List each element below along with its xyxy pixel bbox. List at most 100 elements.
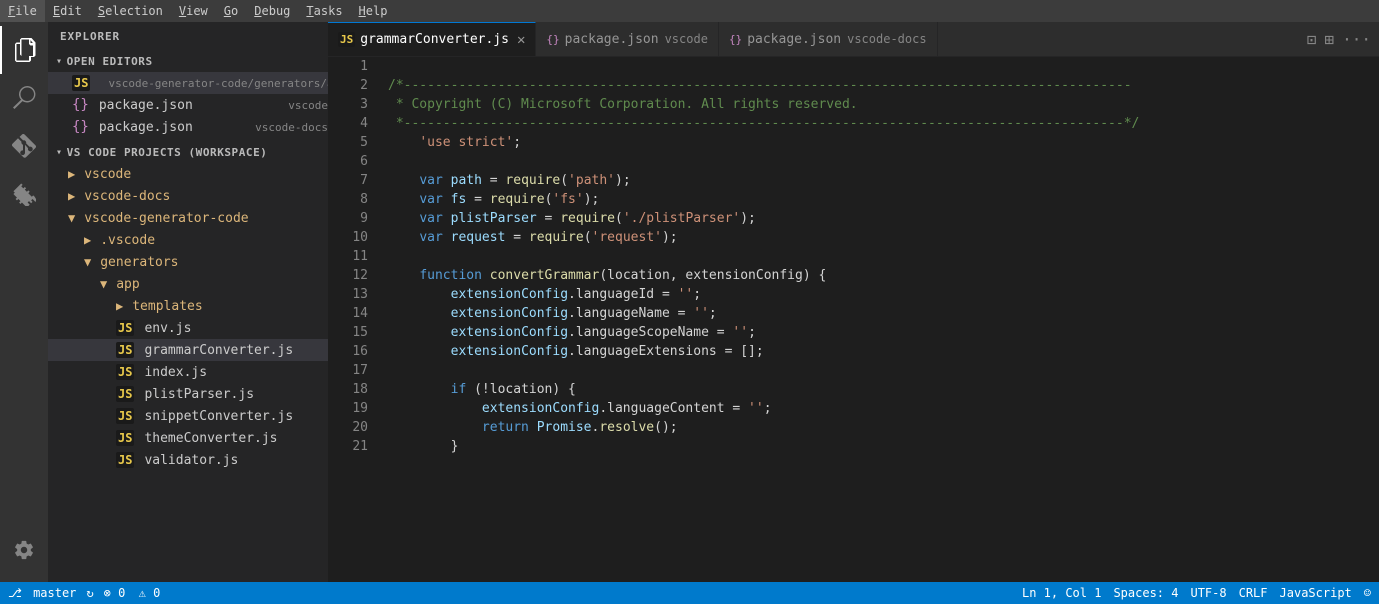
js-icon-env: JS xyxy=(116,320,134,336)
tree-dot-vscode-label: .vscode xyxy=(100,233,328,248)
activity-explorer[interactable] xyxy=(0,26,48,74)
more-actions-icon[interactable]: ··· xyxy=(1342,30,1371,49)
menu-tasks[interactable]: Tasks xyxy=(298,0,350,22)
tree-snippet-js[interactable]: JS snippetConverter.js xyxy=(48,405,328,427)
tree-app[interactable]: ▼ app xyxy=(48,273,328,295)
tree-plist-label: plistParser.js xyxy=(144,387,328,402)
folder-open-icon-2: ▼ xyxy=(84,255,91,269)
sidebar-header: EXPLORER xyxy=(48,22,328,51)
activity-bar xyxy=(0,22,48,582)
menu-bar: File Edit Selection View Go Debug Tasks … xyxy=(0,0,1379,22)
tree-index-js[interactable]: JS index.js xyxy=(48,361,328,383)
tree-vscode-generator[interactable]: ▼ vscode-generator-code xyxy=(48,207,328,229)
open-editor-package-vscode-sub: vscode xyxy=(288,99,328,112)
tab-grammarconverter-label: grammarConverter.js xyxy=(360,32,509,47)
code-area: 12345 678910 1112131415 1617181920 21 /*… xyxy=(328,57,1379,582)
open-editor-package-vscode[interactable]: {} package.json vscode xyxy=(48,94,328,116)
menu-go[interactable]: Go xyxy=(216,0,246,22)
error-icon: ⊗ xyxy=(104,586,111,600)
tab-package-vscode-sub: vscode xyxy=(665,32,708,46)
status-branch-label: master xyxy=(33,586,76,600)
folder-open-icon-3: ▼ xyxy=(100,277,107,291)
open-editors-chevron: ▾ xyxy=(56,56,63,67)
status-smiley[interactable]: ☺ xyxy=(1364,586,1371,600)
status-language[interactable]: JavaScript xyxy=(1280,586,1352,600)
tree-grammarconverter[interactable]: JS grammarConverter.js xyxy=(48,339,328,361)
menu-view[interactable]: View xyxy=(171,0,216,22)
code-content[interactable]: /*--------------------------------------… xyxy=(378,57,1379,582)
menu-selection[interactable]: Selection xyxy=(90,0,171,22)
error-count: 0 xyxy=(118,586,125,600)
editor-area: JS grammarConverter.js ✕ {} package.json… xyxy=(328,22,1379,582)
js-icon-grammar: JS xyxy=(116,342,134,358)
open-editors-section[interactable]: ▾ OPEN EDITORS xyxy=(48,51,328,72)
sync-icon: ↻ xyxy=(86,586,93,600)
tree-templates-label: templates xyxy=(132,299,328,314)
js-icon-index: JS xyxy=(116,364,134,380)
tree-env-label: env.js xyxy=(144,321,328,336)
json-file-icon: {} xyxy=(72,97,89,113)
status-line-ending[interactable]: CRLF xyxy=(1239,586,1268,600)
folder-collapsed-icon-2: ▶ xyxy=(68,189,75,203)
tree-index-label: index.js xyxy=(144,365,328,380)
tab-package-docs-label: package.json xyxy=(747,32,841,47)
tree-theme-label: themeConverter.js xyxy=(144,431,328,446)
tree-snippet-label: snippetConverter.js xyxy=(144,409,328,424)
tree-app-label: app xyxy=(116,277,328,292)
tab-json-icon-2: {} xyxy=(729,33,742,46)
js-file-icon: JS xyxy=(72,75,90,91)
folder-collapsed-icon: ▶ xyxy=(68,167,75,181)
tree-generators[interactable]: ▼ generators xyxy=(48,251,328,273)
folder-collapsed-icon-3: ▶ xyxy=(84,233,91,247)
open-editor-package-docs[interactable]: {} package.json vscode-docs xyxy=(48,116,328,138)
main-layout: EXPLORER ▾ OPEN EDITORS JS grammarConver… xyxy=(0,22,1379,582)
workspace-chevron: ▾ xyxy=(56,147,63,158)
activity-git[interactable] xyxy=(0,122,48,170)
tab-package-vscode[interactable]: {} package.json vscode xyxy=(536,22,719,56)
menu-help[interactable]: Help xyxy=(351,0,396,22)
status-errors[interactable]: ⊗ 0 ⚠ 0 xyxy=(104,586,161,600)
activity-search[interactable] xyxy=(0,74,48,122)
tree-theme-js[interactable]: JS themeConverter.js xyxy=(48,427,328,449)
open-editor-grammarconverter[interactable]: JS grammarConverter.js vscode-generator-… xyxy=(48,72,328,94)
tree-vscode-docs[interactable]: ▶ vscode-docs xyxy=(48,185,328,207)
tab-grammarconverter-close[interactable]: ✕ xyxy=(517,33,525,47)
tab-spacer xyxy=(938,22,1299,56)
tab-package-docs-sub: vscode-docs xyxy=(847,32,926,46)
status-sync[interactable]: ↻ xyxy=(86,586,93,600)
js-icon-validator: JS xyxy=(116,452,134,468)
tab-actions: ⊡ ⊞ ··· xyxy=(1299,22,1379,56)
activity-settings[interactable] xyxy=(0,526,48,574)
tab-bar: JS grammarConverter.js ✕ {} package.json… xyxy=(328,22,1379,57)
toggle-sidebar-icon[interactable]: ⊞ xyxy=(1324,30,1334,49)
tree-vscode[interactable]: ▶ vscode xyxy=(48,163,328,185)
tree-validator-js[interactable]: JS validator.js xyxy=(48,449,328,471)
status-branch[interactable]: ⎇ master xyxy=(8,586,76,600)
status-position[interactable]: Ln 1, Col 1 xyxy=(1022,586,1101,600)
tab-package-vscode-label: package.json xyxy=(565,32,659,47)
folder-collapsed-icon-4: ▶ xyxy=(116,299,123,313)
tree-generators-label: generators xyxy=(100,255,328,270)
menu-file[interactable]: File xyxy=(0,0,45,22)
activity-extensions[interactable] xyxy=(0,170,48,218)
status-bar: ⎇ master ↻ ⊗ 0 ⚠ 0 Ln 1, Col 1 Spaces: 4… xyxy=(0,582,1379,604)
js-icon-plist: JS xyxy=(116,386,134,402)
status-spaces[interactable]: Spaces: 4 xyxy=(1113,586,1178,600)
tab-grammarconverter[interactable]: JS grammarConverter.js ✕ xyxy=(328,22,536,56)
sidebar: EXPLORER ▾ OPEN EDITORS JS grammarConver… xyxy=(48,22,328,582)
tab-json-icon-1: {} xyxy=(546,33,559,46)
status-encoding[interactable]: UTF-8 xyxy=(1190,586,1226,600)
tree-dot-vscode[interactable]: ▶ .vscode xyxy=(48,229,328,251)
tab-package-docs[interactable]: {} package.json vscode-docs xyxy=(719,22,938,56)
workspace-section[interactable]: ▾ VS CODE PROJECTS (WORKSPACE) xyxy=(48,142,328,163)
tree-templates[interactable]: ▶ templates xyxy=(48,295,328,317)
tree-vscode-generator-label: vscode-generator-code xyxy=(84,211,328,226)
workspace-label: VS CODE PROJECTS (WORKSPACE) xyxy=(67,146,268,159)
split-editor-icon[interactable]: ⊡ xyxy=(1307,30,1317,49)
tree-plist-js[interactable]: JS plistParser.js xyxy=(48,383,328,405)
warning-icon: ⚠ xyxy=(139,586,146,600)
tree-env-js[interactable]: JS env.js xyxy=(48,317,328,339)
menu-edit[interactable]: Edit xyxy=(45,0,90,22)
open-editors-label: OPEN EDITORS xyxy=(67,55,153,68)
menu-debug[interactable]: Debug xyxy=(246,0,298,22)
